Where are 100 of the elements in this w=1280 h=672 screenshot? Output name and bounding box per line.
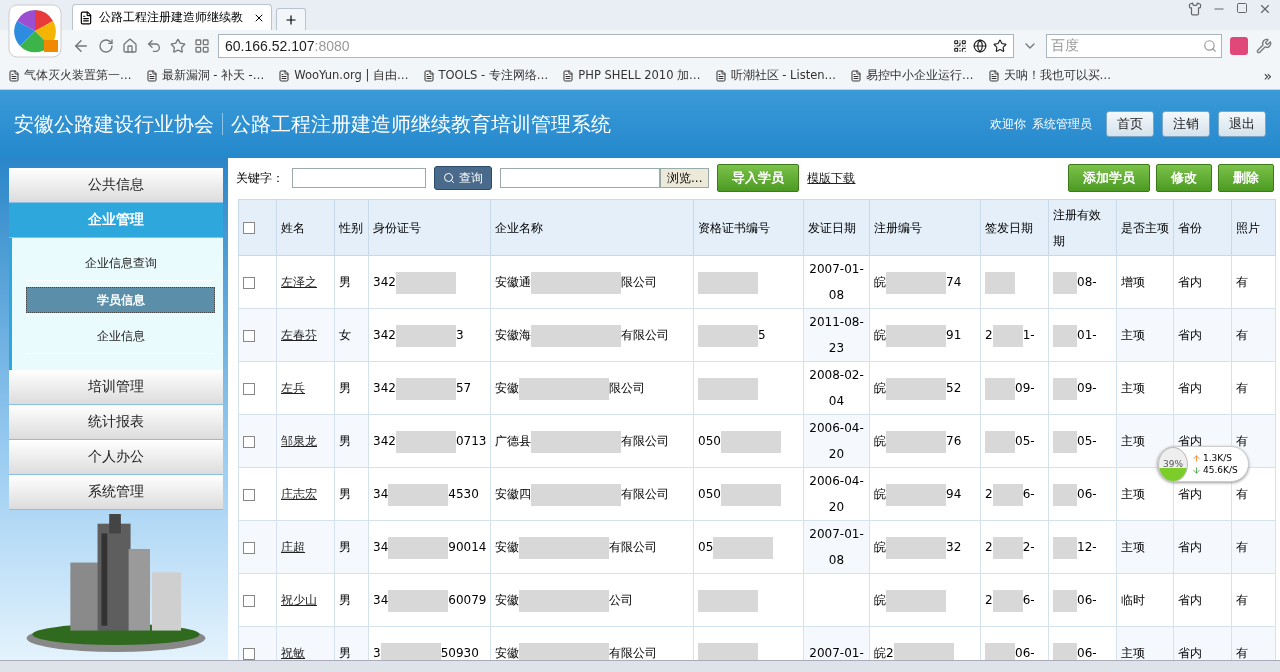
template-download-link[interactable]: 模版下载 (807, 169, 856, 187)
name-link[interactable]: 左春芬 (281, 328, 317, 342)
undo-icon[interactable] (146, 38, 162, 54)
globe-icon[interactable] (973, 39, 987, 53)
column-header: 注册有效期 (1048, 199, 1117, 256)
select-all-checkbox[interactable] (243, 222, 255, 234)
column-header: 发证日期 (803, 199, 870, 256)
name-link[interactable]: 左泽之 (281, 275, 317, 289)
column-header: 省份 (1173, 199, 1232, 256)
bookmark-link[interactable]: 气体灭火装置第一… (8, 68, 132, 83)
table-cell-text: 皖 (874, 381, 886, 395)
table-cell-text: 91 (946, 328, 962, 342)
tools-icon[interactable] (1256, 38, 1272, 54)
name-link[interactable]: 祝敏 (281, 646, 305, 660)
header-button[interactable]: 注销 (1162, 111, 1210, 137)
menu-group[interactable]: 系统管理 (9, 475, 223, 511)
table-cell-text: 06- (1077, 646, 1097, 660)
table-cell: 有 (1231, 361, 1276, 415)
table-cell-text: 342 (373, 381, 396, 395)
back-icon[interactable] (72, 37, 90, 55)
table-cell-text: 安徽四 (495, 487, 531, 501)
upload-icon (1192, 453, 1201, 463)
table-cell: 有 (1231, 626, 1276, 660)
maximize-icon[interactable] (1236, 2, 1248, 14)
bookmark-link[interactable]: 天呐！我也可以买… (987, 68, 1112, 83)
menu-group[interactable]: 统计报表 (9, 405, 223, 441)
row-checkbox[interactable] (243, 647, 255, 660)
page-icon (850, 69, 863, 82)
table-cell-text: 2 (985, 328, 993, 342)
submenu-item[interactable]: 学员信息 (26, 287, 215, 314)
bookmark-link[interactable]: 听潮社区 - Listen… (714, 68, 837, 83)
browse-button[interactable]: 浏览... (660, 168, 710, 188)
more-bookmarks-button[interactable]: » (1263, 67, 1272, 84)
submenu-item[interactable]: 企业信息 (26, 319, 215, 355)
redaction-block (395, 271, 456, 294)
row-checkbox[interactable] (243, 541, 255, 554)
bookmark-link[interactable]: TOOLS - 专注网络… (422, 68, 549, 83)
browser-tab[interactable]: 公路工程注册建造师继续教 (72, 4, 272, 30)
bookmark-link[interactable]: PHP SHELL 2010 加… (562, 68, 701, 83)
table-cell-text: 09- (1077, 381, 1097, 395)
address-field[interactable]: 60.166.52.107:8080 (218, 34, 1014, 58)
menu-group[interactable]: 个人办公 (9, 440, 223, 476)
org-title: 安徽公路建设行业协会 (14, 110, 214, 138)
row-checkbox[interactable] (243, 488, 255, 501)
new-tab-button[interactable] (276, 8, 306, 30)
redaction-block (1053, 483, 1077, 506)
column-header: 姓名 (276, 199, 335, 256)
redaction-block (698, 324, 758, 347)
user-name: 系统管理员 (1032, 115, 1092, 133)
reload-icon[interactable] (98, 38, 114, 54)
redaction-block (886, 324, 946, 347)
tab-title: 公路工程注册建造师继续教 (99, 9, 244, 26)
star-icon[interactable] (993, 39, 1007, 53)
qr-code-icon[interactable] (953, 39, 967, 53)
row-checkbox[interactable] (243, 329, 255, 342)
page-icon (79, 10, 93, 25)
skin-icon[interactable] (1188, 2, 1202, 16)
keyword-field[interactable] (292, 168, 426, 188)
row-checkbox[interactable] (243, 435, 255, 448)
name-link[interactable]: 祝少山 (281, 593, 317, 607)
redaction-block (985, 271, 1015, 294)
bookmark-link[interactable]: 最新漏洞 - 补天 -… (145, 68, 265, 83)
page-icon (422, 69, 435, 82)
redaction-block (1053, 377, 1077, 400)
row-checkbox[interactable] (243, 276, 255, 289)
bookmark-link[interactable]: 易控中小企业运行… (850, 68, 974, 83)
table-cell-text: 05- (1015, 434, 1035, 448)
star-icon[interactable] (170, 38, 186, 54)
row-checkbox[interactable] (243, 594, 255, 607)
file-field[interactable] (500, 168, 660, 188)
name-link[interactable]: 庄志宏 (281, 487, 317, 501)
grid-icon[interactable] (194, 38, 210, 54)
table-cell-text: 2006-04-20 (808, 473, 865, 516)
row-checkbox[interactable] (243, 382, 255, 395)
menu-group[interactable]: 公共信息 (9, 168, 223, 204)
header-button[interactable]: 退出 (1218, 111, 1266, 137)
search-icon[interactable] (1203, 39, 1217, 53)
redaction-block (886, 377, 946, 400)
redaction-block (886, 271, 946, 294)
submenu-item[interactable]: 企业信息查询 (26, 246, 215, 282)
redaction-block (720, 430, 781, 453)
table-cell-text: 94 (946, 487, 962, 501)
table-cell: 省内 (1173, 573, 1232, 627)
table-cell-text: 2007-01-08 (808, 261, 865, 304)
redaction-block (992, 324, 1023, 347)
table-cell-text: 2 (985, 487, 993, 501)
redaction-block (388, 483, 449, 506)
redaction-block (388, 589, 449, 612)
menu-group[interactable]: 培训管理 (9, 370, 223, 406)
column-header: 身份证号 (368, 199, 491, 256)
name-link[interactable]: 左兵 (281, 381, 305, 395)
bookmark-link[interactable]: WooYun.org | 自由… (278, 68, 409, 83)
table-cell-text: 2- (1022, 540, 1035, 554)
home-icon[interactable] (122, 38, 138, 54)
redaction-block (395, 324, 456, 347)
redaction-block (388, 536, 449, 559)
name-link[interactable]: 邹泉龙 (281, 434, 317, 448)
name-link[interactable]: 庄超 (281, 540, 305, 554)
search-button[interactable]: 查询 (434, 166, 492, 190)
header-button[interactable]: 首页 (1106, 111, 1154, 137)
